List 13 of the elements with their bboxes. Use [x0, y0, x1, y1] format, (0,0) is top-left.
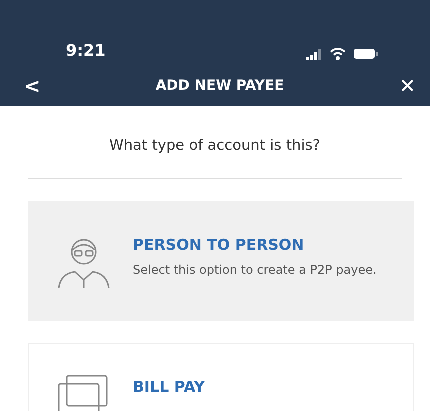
- back-button[interactable]: <: [20, 74, 45, 98]
- signal-icon: [306, 48, 322, 60]
- question-text: What type of account is this?: [108, 138, 322, 156]
- option-description: Select this option to create a P2P payee.: [133, 262, 377, 279]
- status-time: 9:21: [66, 41, 106, 60]
- option-title: PERSON TO PERSON: [133, 236, 306, 254]
- battery-icon: [354, 48, 378, 60]
- screen-title: ADD NEW PAYEE: [156, 78, 284, 94]
- option-card[interactable]: PERSON TO PERSON Select this option to create a P2P payee.: [28, 201, 414, 321]
- close-button[interactable]: ✕: [395, 74, 420, 98]
- wifi-icon: [330, 48, 346, 60]
- option-title: BILL PAY: [133, 378, 206, 396]
- option-card[interactable]: BILL PAY: [28, 343, 414, 411]
